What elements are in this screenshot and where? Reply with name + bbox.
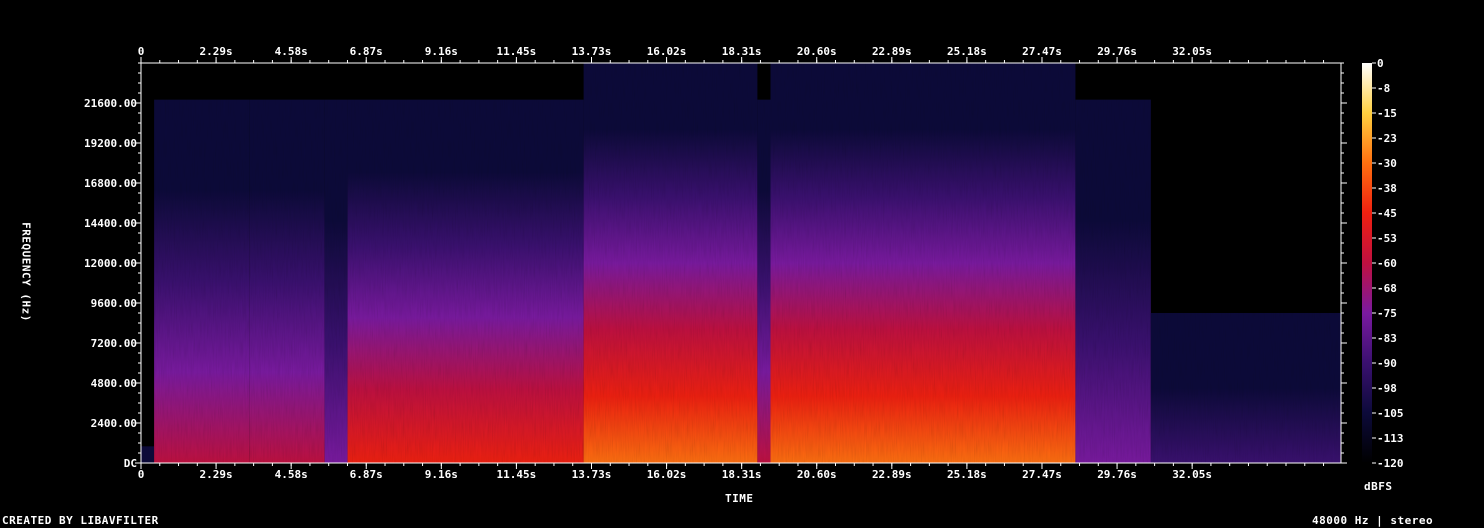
x-tick-label-bottom: 27.47s [1022,468,1062,481]
colorbar-tick-label: -75 [1377,307,1397,320]
x-tick-label-top: 22.89s [872,45,912,58]
credit-text: CREATED BY LIBAVFILTER [2,514,159,527]
x-tick-label-top: 27.47s [1022,45,1062,58]
y-tick-label: 7200.00 [91,337,137,350]
x-axis-bottom: 0 2.29s 4.58s 6.87s 9.16s 11.45s 13.73s 16.02s 1… [138,463,1325,481]
y-tick-label: 19200.00 [84,137,137,150]
x-tick-label-bottom: 22.89s [872,468,912,481]
x-tick-label-top: 13.73s [572,45,612,58]
x-tick-label-top: 6.87s [350,45,383,58]
x-tick-label-top: 4.58s [275,45,308,58]
x-tick-label-top: 11.45s [497,45,537,58]
x-tick-label-top: 18.31s [722,45,762,58]
colorbar-tick-label: -105 [1377,407,1404,420]
x-tick-label-bottom: 29.76s [1097,468,1137,481]
colorbar-tick-label: -120 [1377,457,1404,470]
x-tick-label-bottom: 2.29s [200,468,233,481]
colorbar [1362,63,1372,463]
colorbar-tick-label: -30 [1377,157,1397,170]
y-tick-label: 4800.00 [91,377,137,390]
colorbar-tick-label: -45 [1377,207,1397,220]
x-axis-label: TIME [725,492,754,505]
audio-info-text: 48000 Hz | stereo [1312,514,1434,527]
x-tick-label-bottom: 18.31s [722,468,762,481]
colorbar-tick-label: -98 [1377,382,1397,395]
y-tick-label: 14400.00 [84,217,137,230]
y-tick-label: 12000.00 [84,257,137,270]
x-tick-label-bottom: 9.16s [425,468,458,481]
x-tick-label-bottom: 16.02s [647,468,687,481]
x-tick-label-top: 16.02s [647,45,687,58]
x-tick-label-bottom: 25.18s [947,468,987,481]
x-tick-label-top: 29.76s [1097,45,1137,58]
y-tick-label: DC [124,457,137,470]
x-tick-label-top: 32.05s [1172,45,1212,58]
colorbar-tick-label: -38 [1377,182,1397,195]
x-tick-label-bottom: 11.45s [497,468,537,481]
colorbar-tick-label: -53 [1377,232,1397,245]
x-tick-label-top: 2.29s [200,45,233,58]
x-tick-label-top: 9.16s [425,45,458,58]
x-tick-label-bottom: 0 [138,468,145,481]
colorbar-tick-label: -90 [1377,357,1397,370]
colorbar-label: dBFS [1364,480,1393,493]
spectral-texture [141,63,1341,463]
colorbar-tick-label: -83 [1377,332,1397,345]
y-tick-label: 21600.00 [84,97,137,110]
y-tick-label: 9600.00 [91,297,137,310]
x-axis-top: 0 2.29s 4.58s 6.87s 9.16s 11.45s 13.73s 16.02s 1… [138,45,1325,63]
x-tick-label-top: 20.60s [797,45,837,58]
x-tick-label-top: 25.18s [947,45,987,58]
y-tick-label: 16800.00 [84,177,137,190]
colorbar-tick-label: -15 [1377,107,1397,120]
colorbar-tick-label: -113 [1377,432,1404,445]
x-tick-label-bottom: 6.87s [350,468,383,481]
x-tick-label-bottom: 32.05s [1172,468,1212,481]
colorbar-tick-label: 0 [1377,57,1384,70]
colorbar-tick-label: -8 [1377,82,1390,95]
x-tick-label-bottom: 20.60s [797,468,837,481]
y-tick-label: 2400.00 [91,417,137,430]
x-tick-label-bottom: 13.73s [572,468,612,481]
x-tick-label-bottom: 4.58s [275,468,308,481]
colorbar-tick-label: -23 [1377,132,1397,145]
spectrogram-chart: 0 2.29s 4.58s 6.87s 9.16s 11.45s 13.73s 16.02s 1… [84,45,1404,481]
y-axis-label: FREQUENCY (Hz) [19,222,33,322]
colorbar-tick-label: -60 [1377,257,1397,270]
x-tick-label-top: 0 [138,45,145,58]
colorbar-tick-label: -68 [1377,282,1397,295]
colorbar-ticks: 0 -8 -15 -23 -30 -38 -45 -53 -60 -68 -75 -83 -90 -98 -… [1372,57,1404,470]
